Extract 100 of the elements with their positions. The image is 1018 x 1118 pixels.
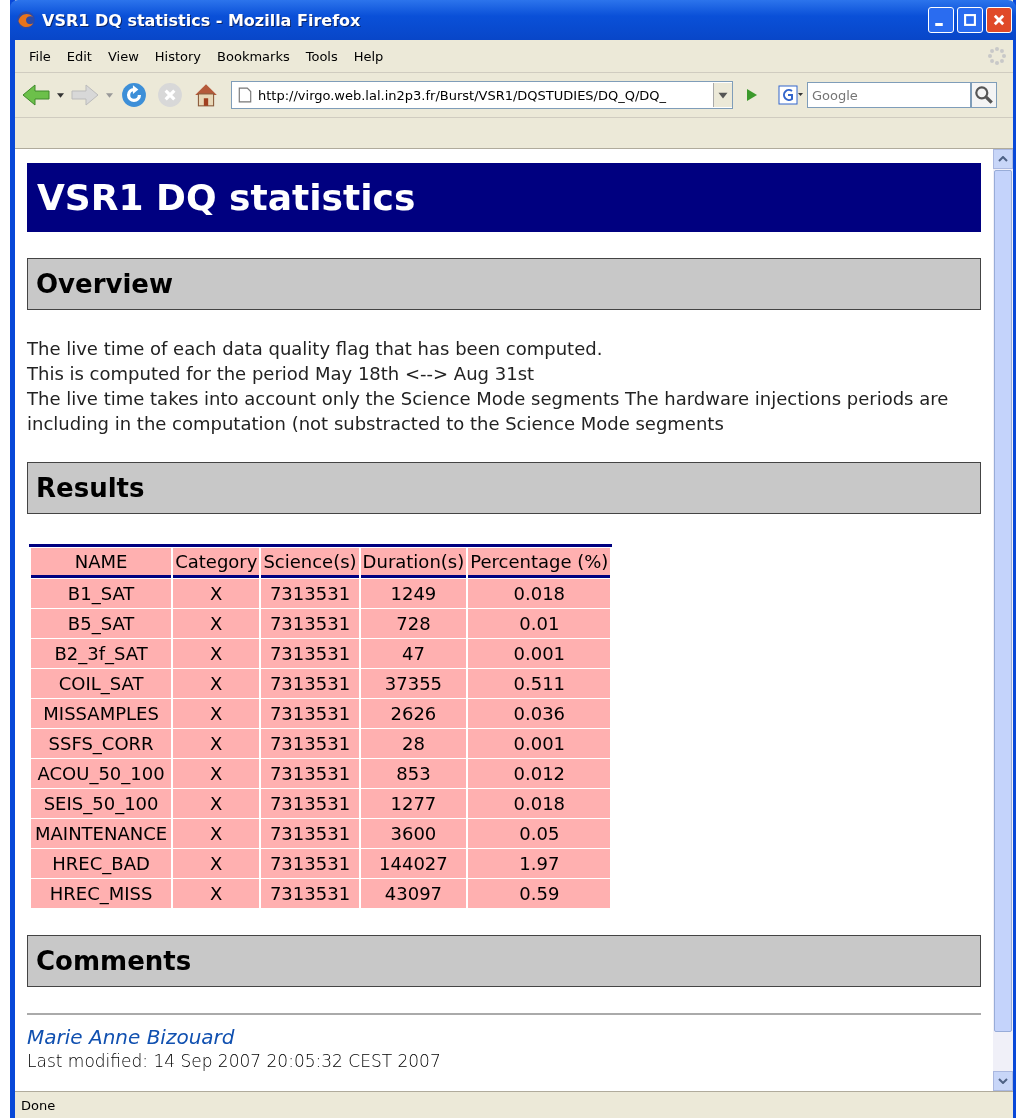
table-cell: 1249 — [360, 579, 467, 608]
search-field[interactable]: Google — [807, 82, 971, 108]
table-cell: 7313531 — [261, 609, 359, 638]
table-cell: 728 — [360, 609, 467, 638]
minimize-icon — [935, 23, 943, 26]
menu-item[interactable]: Help — [345, 46, 392, 66]
table-cell: 7313531 — [261, 699, 359, 728]
table-cell: 37355 — [360, 669, 467, 698]
table-cell: ACOU_50_100 — [31, 759, 172, 788]
menu-item[interactable]: Tools — [297, 46, 346, 66]
table-cell: 7313531 — [261, 879, 359, 908]
scroll-up-button[interactable] — [993, 149, 1013, 169]
reload-icon[interactable] — [119, 82, 149, 108]
table-cell: 3600 — [360, 819, 467, 848]
table-cell: 47 — [360, 639, 467, 668]
table-cell: HREC_BAD — [31, 849, 172, 878]
status-text: Done — [21, 1097, 56, 1113]
table-cell: X — [173, 579, 260, 608]
table-cell: B1_SAT — [31, 579, 172, 608]
page-title: VSR1 DQ statistics — [27, 163, 981, 232]
table-cell: 2626 — [360, 699, 467, 728]
table-cell: 0.012 — [468, 759, 611, 788]
table-cell: 0.05 — [468, 819, 611, 848]
maximize-button[interactable] — [957, 7, 983, 33]
dropdown-icon[interactable] — [57, 92, 64, 98]
paragraph: This is computed for the period May 18th <--> Aug 31st — [27, 362, 536, 386]
window-title: VSR1 DQ statistics - Mozilla Firefox — [42, 10, 362, 30]
table-cell: X — [173, 879, 260, 908]
table-cell: X — [173, 789, 260, 818]
table-cell: 0.01 — [468, 609, 611, 638]
table-cell: X — [173, 729, 260, 758]
table-cell: 7313531 — [261, 789, 359, 818]
table-cell: 7313531 — [261, 639, 359, 668]
section-heading: Overview — [27, 258, 981, 310]
section-heading: Results — [27, 462, 981, 514]
table-cell: 0.001 — [468, 729, 611, 758]
close-button[interactable] — [986, 7, 1012, 33]
chevron-up-icon — [998, 156, 1008, 162]
table-cell: 7313531 — [261, 819, 359, 848]
menu-item[interactable]: View — [99, 46, 147, 66]
column-header: Percentage (%) — [468, 548, 611, 578]
table-cell: X — [173, 699, 260, 728]
url-text: http://virgo.web.lal.in2p3.fr/Burst/VSR1/DQSTUDIES/DQ_Q/DQ_ — [258, 87, 668, 103]
table-cell: 0.018 — [468, 579, 611, 608]
table-cell: 7313531 — [261, 729, 359, 758]
scroll-thumb[interactable] — [994, 170, 1012, 1032]
table-cell: SEIS_50_100 — [31, 789, 172, 818]
section-heading: Comments — [27, 935, 981, 987]
table-cell: 0.511 — [468, 669, 611, 698]
table-cell: X — [173, 819, 260, 848]
table-cell: COIL_SAT — [31, 669, 172, 698]
table-cell: X — [173, 639, 260, 668]
table-cell: X — [173, 759, 260, 788]
table-cell: 0.018 — [468, 789, 611, 818]
column-header: Category — [173, 548, 260, 578]
maximize-icon — [963, 13, 977, 27]
page-icon — [238, 87, 252, 103]
table-cell: MISSAMPLES — [31, 699, 172, 728]
table-cell: 7313531 — [261, 849, 359, 878]
last-modified-text: Last modified: 14 Sep 2007 20:05:32 CEST 2007 — [27, 1051, 442, 1071]
table-cell: SSFS_CORR — [31, 729, 172, 758]
table-cell: 0.001 — [468, 639, 611, 668]
table-cell: 43097 — [360, 879, 467, 908]
column-header: NAME — [31, 548, 172, 578]
table-cell: 28 — [360, 729, 467, 758]
table-cell: 0.036 — [468, 699, 611, 728]
minimize-button[interactable] — [928, 7, 954, 33]
menu-item[interactable]: History — [146, 46, 210, 66]
column-header: Science(s) — [261, 548, 359, 578]
menu-item[interactable]: File — [21, 46, 59, 66]
paragraph: The live time of each data quality flag that has been computed. — [27, 337, 604, 361]
menu-item[interactable]: Edit — [58, 46, 100, 66]
scroll-down-button[interactable] — [993, 1071, 1013, 1091]
table-cell: B5_SAT — [31, 609, 172, 638]
vertical-scrollbar[interactable] — [993, 149, 1013, 1091]
table-cell: 1277 — [360, 789, 467, 818]
search-icon[interactable] — [971, 82, 997, 108]
column-header: Duration(s) — [360, 548, 467, 578]
table-cell: 7313531 — [261, 669, 359, 698]
table-cell: HREC_MISS — [31, 879, 172, 908]
table-cell: X — [173, 669, 260, 698]
table-cell: MAINTENANCE — [31, 819, 172, 848]
author-link[interactable]: Marie Anne Bizouard — [27, 1025, 235, 1049]
address-field[interactable]: http://virgo.web.lal.in2p3.fr/Burst/VSR1/DQSTUDIES/DQ_Q/DQ_ — [231, 81, 733, 109]
table-cell: 853 — [360, 759, 467, 788]
back-arrow-icon[interactable] — [21, 82, 51, 108]
table-cell: B2_3f_SAT — [31, 639, 172, 668]
search-engine-icon[interactable] — [777, 85, 805, 105]
table-cell: X — [173, 609, 260, 638]
table-cell: 144027 — [360, 849, 467, 878]
menu-item[interactable]: Bookmarks — [209, 46, 298, 66]
chevron-down-icon — [998, 1078, 1008, 1084]
close-icon — [992, 13, 1006, 27]
table-cell: 7313531 — [261, 759, 359, 788]
paragraph: The live time takes into account only the Science Mode segments The hardware injections periods are including in the computation (not substracted to the Science Mode segments — [27, 387, 950, 436]
throbber-icon — [987, 46, 1007, 66]
table-cell: 0.59 — [468, 879, 611, 908]
table-cell: 1.97 — [468, 849, 611, 878]
dropdown-icon[interactable] — [713, 83, 732, 107]
table-cell: 7313531 — [261, 579, 359, 608]
